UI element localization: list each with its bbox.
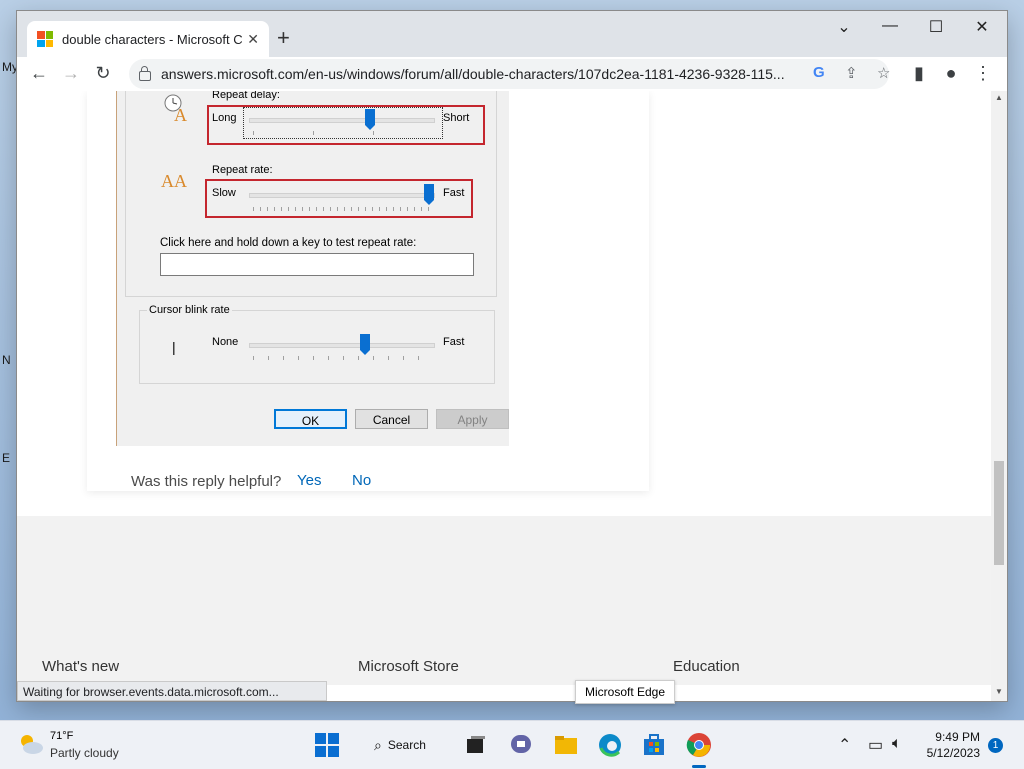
share-icon[interactable]: ⇪ [845,64,858,82]
microsoft-store-icon[interactable] [641,732,667,758]
repeat-rate-label: Repeat rate: [212,164,273,176]
footer-heading-education: Education [673,658,740,675]
reload-button[interactable]: ↻ [91,63,115,84]
status-bar: Waiting for browser.events.data.microsof… [17,681,327,701]
side-panel-icon[interactable]: ▮ [907,63,931,84]
helpful-no-link[interactable]: No [352,472,371,489]
page-content: A Repeat delay: Long Short AA Repeat rat… [17,91,991,685]
svg-text:AA: AA [161,171,187,191]
google-chrome-icon[interactable] [686,732,712,758]
tab-close-icon[interactable]: ✕ [247,31,259,48]
svg-text:A: A [174,105,187,123]
start-windows-icon[interactable] [314,732,340,758]
test-repeat-input[interactable] [160,253,474,276]
cursor-glyph: | [172,339,176,355]
repeat-rate-icon: AA [161,171,187,191]
weather-condition[interactable]: Partly cloudy [50,746,119,760]
notification-badge[interactable]: 1 [988,738,1003,753]
network-icon[interactable]: ▭ [868,735,883,755]
keyboard-properties-screenshot: A Repeat delay: Long Short AA Repeat rat… [116,91,509,446]
scroll-up-arrow-icon[interactable]: ▲ [995,93,1003,102]
page-scrollbar[interactable]: ▲ ▼ [991,91,1007,701]
repeat-delay-highlight [207,105,485,145]
google-icon[interactable]: G [813,64,825,81]
repeat-delay-label: Repeat delay: [212,91,280,101]
forward-button[interactable]: → [59,63,83,84]
cursor-blink-track [249,343,435,348]
site-footer: What's new Microsoft Store Education [17,516,991,685]
cancel-button[interactable]: Cancel [355,409,428,429]
tab-strip: double characters - Microsoft Co ✕ + ⌄ —… [17,11,1007,57]
menu-kebab-icon[interactable]: ⋮ [971,63,995,84]
desktop-label-1: My [2,60,18,74]
clock-date: 5/12/2023 [926,746,980,760]
minimize-button[interactable]: — [867,17,913,35]
desktop-label-2: N [2,353,11,367]
back-button[interactable]: ← [27,63,51,84]
footer-heading-whats-new: What's new [42,658,120,675]
teams-chat-icon[interactable] [508,732,534,758]
close-window-button[interactable]: ✕ [959,17,1005,37]
lock-icon [139,66,151,81]
address-bar[interactable]: answers.microsoft.com/en-us/windows/foru… [129,59,890,89]
file-explorer-icon[interactable] [553,732,579,758]
new-tab-button[interactable]: + [277,25,290,51]
repeat-delay-icon: A [164,94,187,123]
repeat-rate-highlight [205,179,473,218]
search-label: Search [387,738,426,752]
helpful-yes-link[interactable]: Yes [297,472,321,489]
taskbar-tooltip: Microsoft Edge [575,680,676,704]
apply-button[interactable]: Apply [436,409,509,429]
maximize-button[interactable]: ☐ [913,17,959,37]
taskbar-search[interactable]: ⌕ Search [366,731,442,759]
partly-cloudy-icon [21,735,43,754]
cursor-blink-ticks [253,356,433,360]
desktop-label-3: E [2,451,11,465]
helpful-question: Was this reply helpful? [131,473,282,490]
profile-avatar-icon[interactable]: ● [939,63,963,84]
taskbar: 71°F Partly cloudy ⌕ Search ⌃ ▭ 🔈︎ 9:49 … [0,720,1024,769]
cursor-blink-slider[interactable] [359,334,370,355]
microsoft-edge-icon[interactable] [597,732,623,758]
volume-icon[interactable]: 🔈︎ [892,735,902,753]
show-hidden-icons-chevron-icon[interactable]: ⌃ [838,735,851,755]
bookmark-star-icon[interactable]: ☆ [877,64,890,82]
cursor-min-label: None [212,336,239,348]
url-text[interactable]: answers.microsoft.com/en-us/windows/foru… [161,66,801,82]
tab-title: double characters - Microsoft Co [62,31,242,47]
microsoft-logo-icon [37,31,53,47]
tab-double-characters[interactable]: double characters - Microsoft Co ✕ [27,21,269,57]
cursor-max-label: Fast [443,336,465,348]
browser-toolbar: ← → ↻ answers.microsoft.com/en-us/window… [17,57,1007,92]
test-repeat-label: Click here and hold down a key to test r… [160,237,417,249]
clock-time: 9:49 PM [935,730,980,744]
scrollbar-thumb[interactable] [994,461,1004,565]
browser-window: double characters - Microsoft Co ✕ + ⌄ —… [17,11,1007,701]
scroll-down-arrow-icon[interactable]: ▼ [995,687,1003,696]
weather-temperature[interactable]: 71°F [50,730,73,742]
search-icon: ⌕ [374,736,382,753]
task-view-icon[interactable] [463,732,489,758]
taskbar-clock[interactable]: 9:49 PM 5/12/2023 [924,730,980,760]
tab-search-button[interactable]: ⌄ [821,17,867,37]
ok-button[interactable]: OK [274,409,347,429]
cursor-blink-group-label: Cursor blink rate [147,304,232,316]
answer-card: A Repeat delay: Long Short AA Repeat rat… [87,91,649,491]
footer-heading-microsoft-store: Microsoft Store [358,658,459,675]
